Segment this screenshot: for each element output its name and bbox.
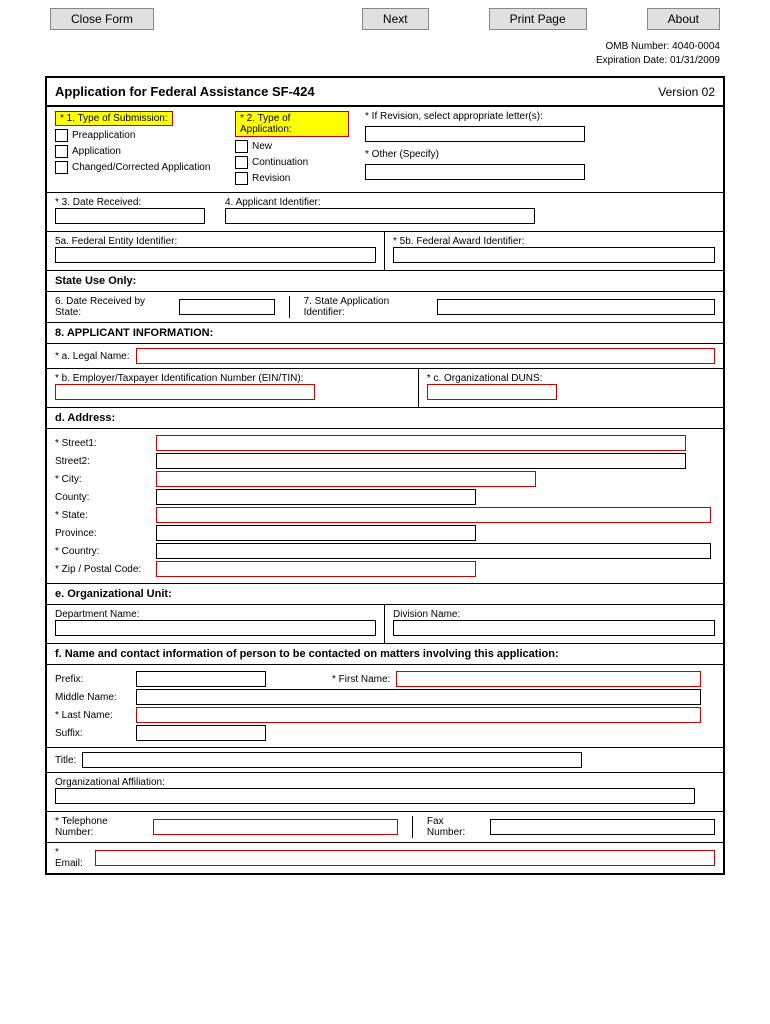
revision-letters-label: * If Revision, select appropriate letter… [365, 111, 715, 122]
about-button[interactable]: About [647, 8, 720, 30]
state-use-only-heading: State Use Only: [47, 271, 723, 292]
prefix-input[interactable] [136, 671, 266, 687]
address-heading: d. Address: [47, 408, 723, 429]
ein-tin-label: * b. Employer/Taxpayer Identification Nu… [55, 373, 410, 384]
legal-name-label: * a. Legal Name: [55, 351, 130, 362]
street2-input[interactable] [156, 453, 686, 469]
telephone-input[interactable] [153, 819, 398, 835]
date-received-input[interactable] [55, 208, 205, 224]
province-label: Province: [55, 528, 150, 539]
preapplication-label: Preapplication [72, 130, 135, 141]
email-label: * Email: [55, 847, 89, 869]
duns-label: * c. Organizational DUNS: [427, 373, 715, 384]
province-input[interactable] [156, 525, 476, 541]
last-name-input[interactable] [136, 707, 701, 723]
county-input[interactable] [156, 489, 476, 505]
title-input[interactable] [82, 752, 582, 768]
application-checkbox[interactable] [55, 145, 68, 158]
new-checkbox[interactable] [235, 140, 248, 153]
continuation-label: Continuation [252, 157, 308, 168]
preapplication-checkbox[interactable] [55, 129, 68, 142]
type-application-label: * 2. Type of Application: [235, 111, 349, 137]
date-received-by-state-label: 6. Date Received by State: [55, 296, 169, 318]
federal-entity-id-label: 5a. Federal Entity Identifier: [55, 236, 376, 247]
omb-number: OMB Number: 4040-0004 [50, 40, 720, 54]
country-label: * Country: [55, 546, 150, 557]
contact-heading: f. Name and contact information of perso… [47, 644, 723, 665]
div-name-label: Division Name: [393, 609, 715, 620]
street1-input[interactable] [156, 435, 686, 451]
next-button[interactable]: Next [362, 8, 429, 30]
ein-tin-input[interactable] [55, 384, 315, 400]
type-submission-label: * 1. Type of Submission: [55, 111, 173, 126]
other-specify-label: * Other (Specify) [365, 149, 715, 160]
city-label: * City: [55, 474, 150, 485]
dept-name-label: Department Name: [55, 609, 376, 620]
middle-name-label: Middle Name: [55, 692, 130, 703]
email-input[interactable] [95, 850, 715, 866]
federal-entity-id-input[interactable] [55, 247, 376, 263]
zip-label: * Zip / Postal Code: [55, 564, 150, 575]
dept-name-input[interactable] [55, 620, 376, 636]
street1-label: * Street1: [55, 438, 150, 449]
new-label: New [252, 141, 272, 152]
expiration-date: Expiration Date: 01/31/2009 [50, 54, 720, 68]
prefix-label: Prefix: [55, 674, 130, 685]
middle-name-input[interactable] [136, 689, 701, 705]
close-form-button[interactable]: Close Form [50, 8, 154, 30]
country-input[interactable] [156, 543, 711, 559]
form-title: Application for Federal Assistance SF-42… [55, 84, 315, 99]
first-name-label: * First Name: [332, 674, 390, 685]
last-name-label: * Last Name: [55, 710, 130, 721]
state-label: * State: [55, 510, 150, 521]
zip-input[interactable] [156, 561, 476, 577]
state-app-id-input[interactable] [437, 299, 715, 315]
print-page-button[interactable]: Print Page [489, 8, 587, 30]
org-unit-heading: e. Organizational Unit: [47, 584, 723, 605]
changed-corrected-checkbox[interactable] [55, 161, 68, 174]
div-name-input[interactable] [393, 620, 715, 636]
changed-corrected-label: Changed/Corrected Application [72, 162, 210, 173]
applicant-info-heading: 8. APPLICANT INFORMATION: [47, 323, 723, 344]
suffix-input[interactable] [136, 725, 266, 741]
form-version: Version 02 [658, 85, 715, 99]
federal-award-id-label: * 5b. Federal Award Identifier: [393, 236, 715, 247]
fax-input[interactable] [490, 819, 715, 835]
revision-letters-input[interactable] [365, 126, 585, 142]
revision-checkbox[interactable] [235, 172, 248, 185]
applicant-identifier-label: 4. Applicant Identifier: [225, 197, 535, 208]
first-name-input[interactable] [396, 671, 701, 687]
suffix-label: Suffix: [55, 728, 130, 739]
application-label: Application [72, 146, 121, 157]
telephone-label: * Telephone Number: [55, 816, 147, 838]
state-app-id-label: 7. State Application Identifier: [304, 296, 428, 318]
fax-label: Fax Number: [427, 816, 484, 838]
affiliation-input[interactable] [55, 788, 695, 804]
date-received-label: * 3. Date Received: [55, 197, 205, 208]
date-received-by-state-input[interactable] [179, 299, 275, 315]
county-label: County: [55, 492, 150, 503]
federal-award-id-input[interactable] [393, 247, 715, 263]
continuation-checkbox[interactable] [235, 156, 248, 169]
applicant-identifier-input[interactable] [225, 208, 535, 224]
title-label: Title: [55, 755, 76, 766]
affiliation-label: Organizational Affiliation: [55, 777, 715, 788]
legal-name-input[interactable] [136, 348, 716, 364]
revision-label: Revision [252, 173, 290, 184]
street2-label: Street2: [55, 456, 150, 467]
city-input[interactable] [156, 471, 536, 487]
duns-input[interactable] [427, 384, 557, 400]
other-specify-input[interactable] [365, 164, 585, 180]
state-input[interactable] [156, 507, 711, 523]
